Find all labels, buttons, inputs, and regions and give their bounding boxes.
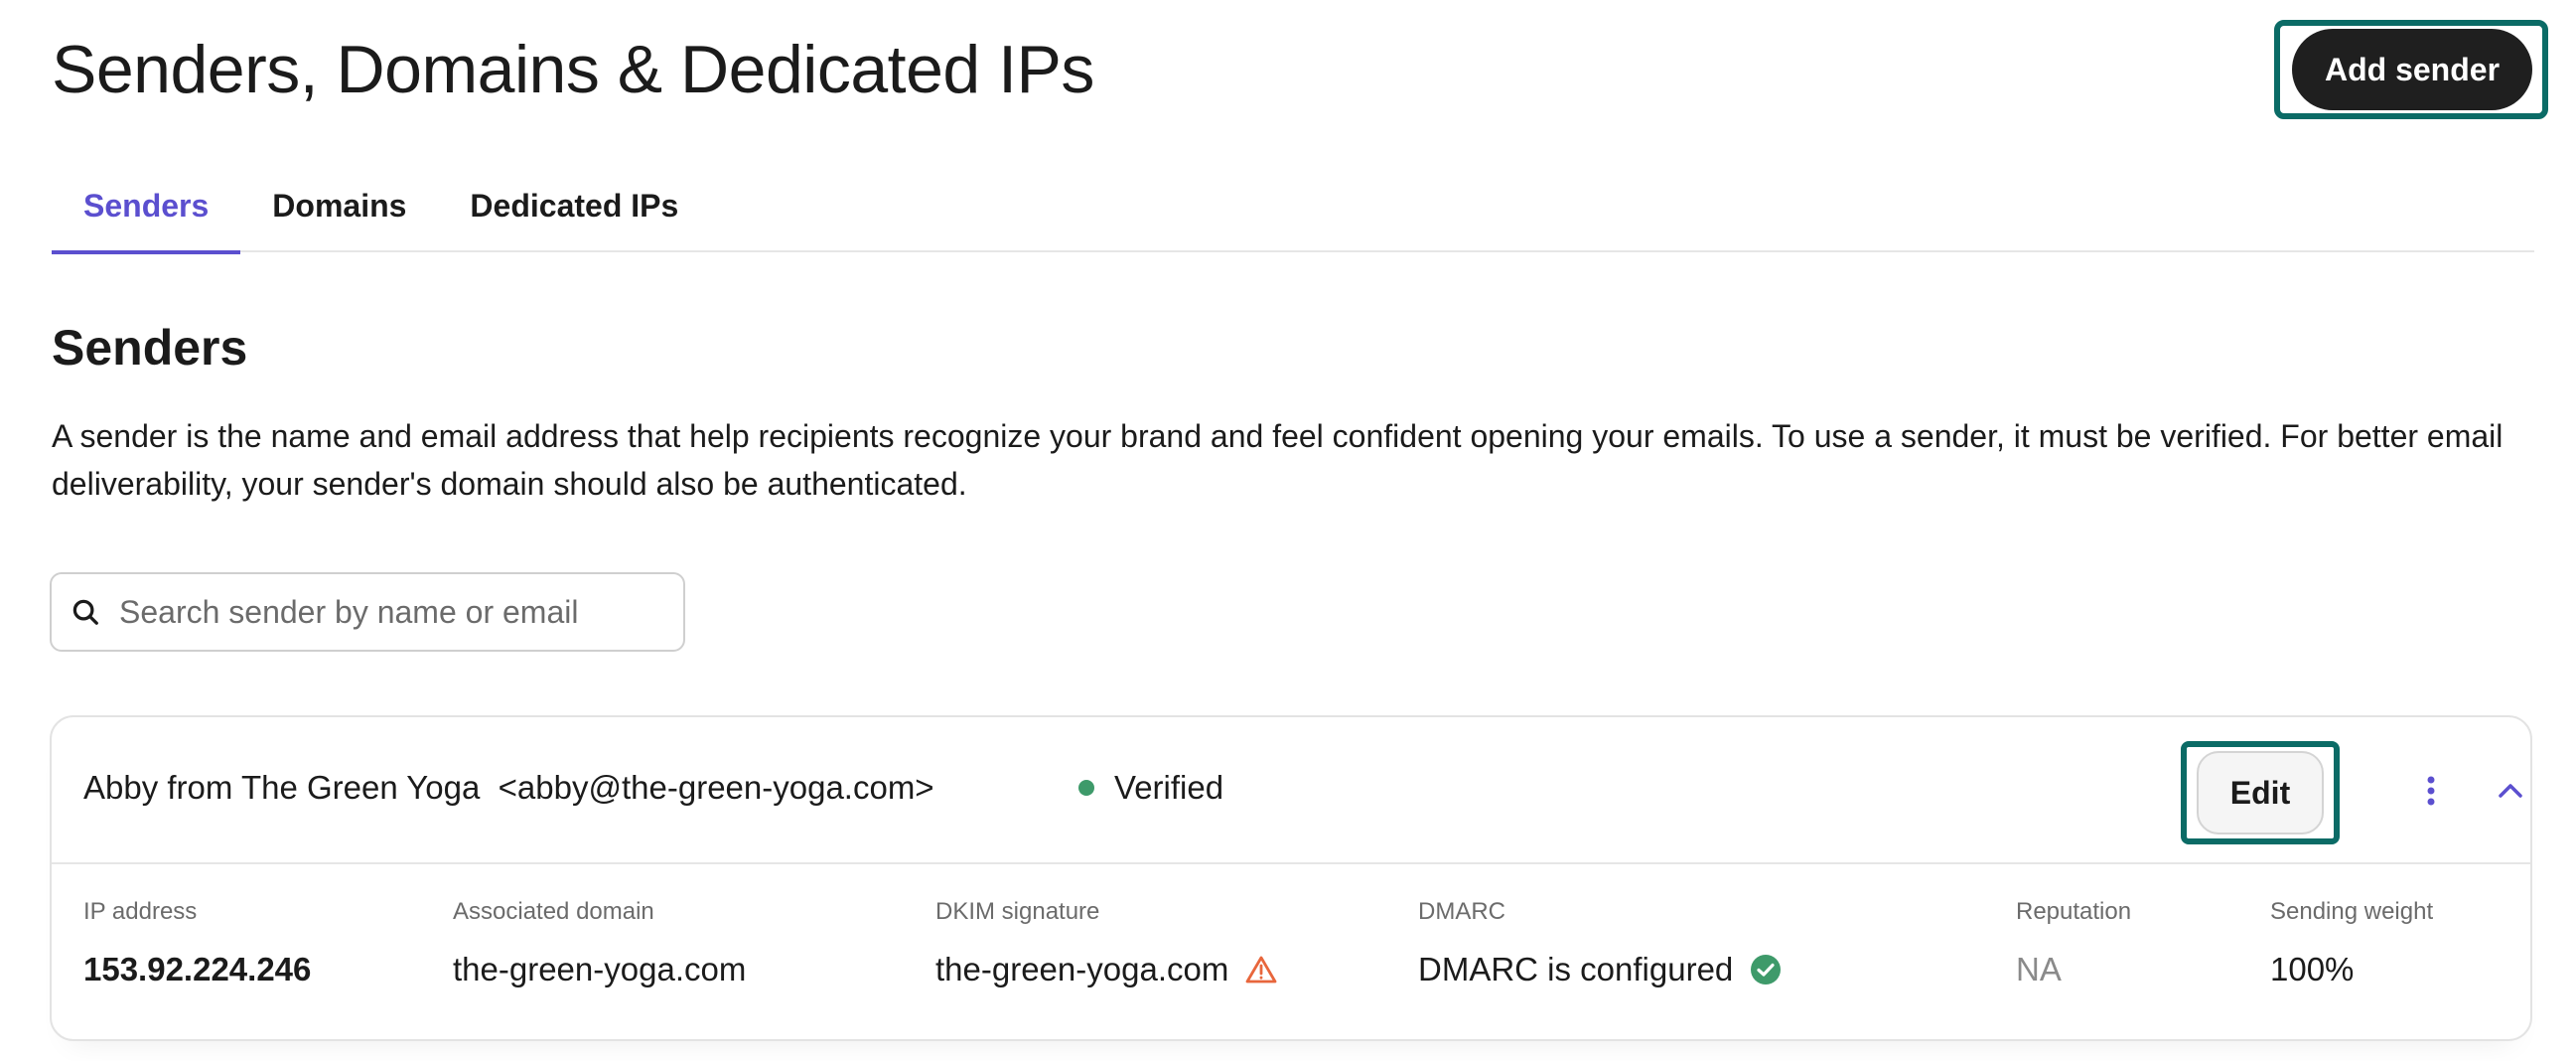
section-description: A sender is the name and email address t… [52, 418, 2504, 502]
detail-dmarc: DMARC DMARC is configured [1418, 896, 1783, 989]
detail-value: NA [2016, 951, 2062, 987]
tab-dedicated-ips[interactable]: Dedicated IPs [438, 159, 710, 252]
warning-icon[interactable] [1244, 953, 1278, 986]
detail-value: the-green-yoga.com [453, 951, 747, 987]
section-title: Senders [52, 320, 248, 376]
tab-bar: Senders Domains Dedicated IPs [52, 159, 2534, 254]
collapse-button[interactable] [2487, 769, 2534, 817]
detail-label: IP address [83, 898, 198, 925]
page-title: Senders, Domains & Dedicated IPs [52, 32, 1094, 107]
detail-value: DMARC is configured [1418, 950, 1783, 989]
status-badge: Verified [1078, 769, 1223, 807]
detail-value: 100% [2270, 951, 2355, 987]
detail-label: DKIM signature [935, 898, 1100, 925]
sender-name-email: Abby from The Green Yoga <abby@the-green… [83, 769, 934, 806]
page: Senders, Domains & Dedicated IPs Add sen… [0, 0, 2576, 1061]
search-input[interactable] [119, 593, 655, 631]
detail-dkim-signature: DKIM signature the-green-yoga.com [935, 896, 1278, 989]
check-circle-icon [1749, 953, 1783, 986]
detail-reputation: Reputation NA [2016, 896, 2131, 989]
add-sender-button[interactable]: Add sender [2292, 29, 2532, 110]
more-options-button[interactable] [2407, 769, 2455, 817]
dmarc-value: DMARC is configured [1418, 951, 1734, 987]
detail-ip-address: IP address 153.92.224.246 [83, 896, 311, 989]
sender-card: Abby from The Green Yoga <abby@the-green… [50, 715, 2532, 1041]
tab-domains[interactable]: Domains [240, 159, 438, 252]
detail-label: Sending weight [2270, 898, 2434, 925]
sender-card-header: Abby from The Green Yoga <abby@the-green… [52, 717, 2530, 864]
detail-value: 153.92.224.246 [83, 951, 312, 987]
chevron-up-icon [2497, 782, 2524, 805]
kebab-icon [2425, 774, 2437, 813]
status-label: Verified [1114, 769, 1224, 806]
status-dot-icon [1078, 780, 1094, 796]
detail-label: Reputation [2016, 898, 2132, 925]
sender-details: IP address 153.92.224.246 Associated dom… [52, 866, 2530, 1041]
detail-associated-domain: Associated domain the-green-yoga.com [453, 896, 746, 989]
tab-senders[interactable]: Senders [52, 159, 241, 254]
dkim-value: the-green-yoga.com [935, 951, 1229, 987]
detail-label: DMARC [1418, 898, 1505, 925]
detail-label: Associated domain [453, 898, 654, 925]
detail-sending-weight: Sending weight 100% [2270, 896, 2433, 989]
search-icon [68, 594, 103, 630]
search-box[interactable] [50, 572, 685, 652]
edit-button[interactable]: Edit [2197, 751, 2324, 834]
detail-value: the-green-yoga.com [935, 950, 1278, 989]
